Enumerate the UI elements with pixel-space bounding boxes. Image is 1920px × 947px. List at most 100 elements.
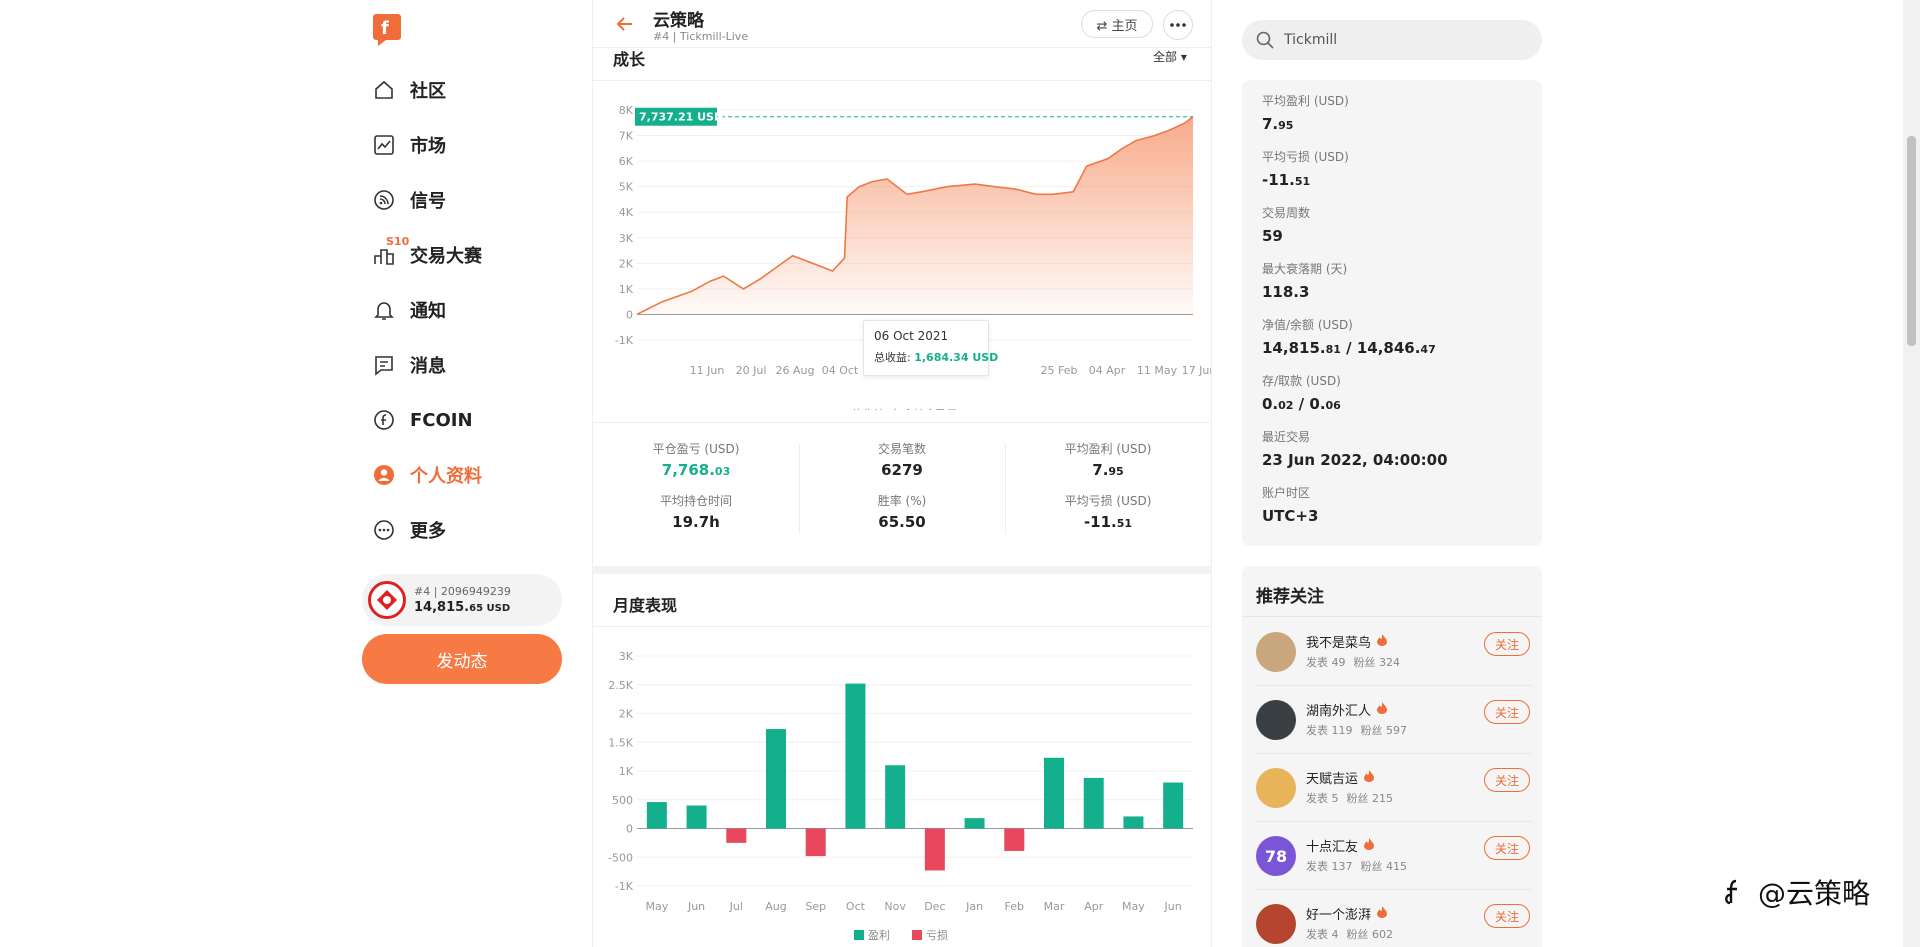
monthly-bar xyxy=(686,805,707,829)
x-tick-label: Jul xyxy=(729,900,743,913)
recommend-item[interactable]: 78 十点汇友 发表 137 粉丝 415 关注 xyxy=(1256,822,1532,890)
recommend-user-name[interactable]: 好一个澎湃 xyxy=(1306,904,1388,923)
y-tick-label: 8K xyxy=(619,104,634,117)
recommend-item[interactable]: 好一个澎湃 发表 4 粉丝 602 关注 xyxy=(1256,890,1532,947)
more-options-button[interactable] xyxy=(1163,10,1193,40)
follow-button[interactable]: 关注 xyxy=(1484,904,1530,928)
legend-swatch-profit xyxy=(854,930,864,940)
avatar[interactable] xyxy=(1256,632,1296,672)
divider xyxy=(593,422,1211,423)
account-id: #4 | 2096949239 xyxy=(414,585,511,598)
stat-label: 平均盈利 (USD) xyxy=(1064,442,1152,456)
stat-label: 胜率 (%) xyxy=(877,494,927,508)
last-value-label: 7,737.21 USD xyxy=(639,111,723,124)
y-tick-label: 2K xyxy=(619,708,634,721)
scrollbar-thumb[interactable] xyxy=(1907,136,1916,346)
monthly-bar xyxy=(845,683,866,829)
sidebar-item-label: 更多 xyxy=(410,521,446,542)
info-value: 59 xyxy=(1262,227,1283,245)
stat-label: 平均持仓时间 xyxy=(659,494,732,508)
monthly-bar xyxy=(1004,828,1025,851)
info-label: 账户时区 xyxy=(1262,486,1311,500)
monthly-bar xyxy=(1044,757,1064,829)
follow-button[interactable]: 关注 xyxy=(1484,700,1530,724)
sidebar-item-0[interactable]: 社区 xyxy=(372,70,446,110)
info-label: 交易周数 xyxy=(1262,206,1311,220)
flame-icon xyxy=(1377,701,1388,718)
y-tick-label: 0 xyxy=(626,823,633,836)
stat-item: 平仓盈亏 (USD) 7,768.03 xyxy=(596,440,796,479)
top-bar: 云策略 #4 | Tickmill-Live ⇄ 主页 xyxy=(593,0,1211,48)
y-tick-label: 2.5K xyxy=(608,679,633,692)
info-value: -11.51 xyxy=(1262,171,1311,189)
account-card[interactable]: #4 | 2096949239 14,815.65 USD xyxy=(362,574,562,626)
recommend-item[interactable]: 湖南外汇人发表 119 粉丝 597 关注 xyxy=(1256,686,1532,754)
sidebar-item-8[interactable]: 更多 xyxy=(372,510,446,550)
recommend-user-meta: 发表 119 粉丝 597 xyxy=(1306,724,1407,737)
stat-value: 6279 xyxy=(881,461,923,479)
x-tick-label: Sep xyxy=(805,900,826,913)
stat-value: 19.7h xyxy=(672,513,720,531)
search-box[interactable] xyxy=(1242,20,1542,60)
fcoin-icon xyxy=(372,408,396,432)
divider xyxy=(1005,444,1006,534)
sidebar-item-label: 社区 xyxy=(410,81,446,102)
info-label: 最近交易 xyxy=(1262,430,1311,444)
avatar[interactable] xyxy=(1256,904,1296,944)
range-filter-dropdown[interactable]: 全部 ▾ xyxy=(1153,48,1187,65)
sidebar-item-4[interactable]: 通知 xyxy=(372,290,446,330)
info-row: 平均亏损 (USD) -11.51 xyxy=(1262,148,1522,204)
sidebar-item-6[interactable]: FCOIN xyxy=(372,400,473,440)
post-button[interactable]: 发动态 xyxy=(362,634,562,684)
section-divider xyxy=(593,566,1211,574)
app-logo-icon[interactable]: f xyxy=(372,10,402,46)
chart-tooltip: 06 Oct 2021 总收益: 1,684.34 USD xyxy=(863,320,998,376)
info-label: 存/取款 (USD) xyxy=(1262,374,1341,388)
back-arrow-icon[interactable] xyxy=(615,14,635,34)
legend-swatch-loss xyxy=(912,930,922,940)
y-tick-label: 2K xyxy=(619,257,634,270)
recommend-item[interactable]: 我不是菜鸟 发表 49 粉丝 324 关注 xyxy=(1256,618,1532,686)
divider xyxy=(1242,616,1542,617)
recommend-user-name[interactable]: 湖南外汇人 xyxy=(1306,700,1388,719)
follow-button[interactable]: 关注 xyxy=(1484,836,1530,860)
stat-item: 平均持仓时间 19.7h xyxy=(596,492,796,531)
recommend-user-name[interactable]: 我不是菜鸟 xyxy=(1306,632,1388,651)
recommend-user-name[interactable]: 十点汇友 xyxy=(1306,836,1375,855)
info-row: 账户时区 UTC+3 xyxy=(1262,484,1522,540)
recommend-item[interactable]: 天赋吉运 发表 5 粉丝 215 关注 xyxy=(1256,754,1532,822)
tooltip-date: 06 Oct 2021 xyxy=(874,329,949,343)
account-info-card: 平均盈利 (USD) 7.95 平均亏损 (USD) -11.51 交易周数 59 最大衰落… xyxy=(1242,80,1542,546)
x-tick-label: Jan xyxy=(965,900,983,913)
avatar[interactable] xyxy=(1256,768,1296,808)
stat-label: 平仓盈亏 (USD) xyxy=(652,442,740,456)
y-tick-label: 1K xyxy=(619,283,634,296)
sidebar-item-5[interactable]: 消息 xyxy=(372,345,446,385)
search-input[interactable] xyxy=(1284,32,1504,48)
x-tick-label: 04 Oct xyxy=(822,364,859,377)
follow-button[interactable]: 关注 xyxy=(1484,768,1530,792)
watermark: @云策略 xyxy=(1722,872,1870,912)
home-button[interactable]: ⇄ 主页 xyxy=(1081,10,1153,38)
sidebar-item-1[interactable]: 市场 xyxy=(372,125,446,165)
monthly-bar xyxy=(726,828,747,843)
monthly-bar xyxy=(1163,782,1184,829)
avatar[interactable] xyxy=(1256,700,1296,740)
follow-button[interactable]: 关注 xyxy=(1484,632,1530,656)
monthly-bar xyxy=(646,802,667,829)
sidebar-item-2[interactable]: 信号 xyxy=(372,180,446,220)
sidebar-item-3[interactable]: S10 交易大赛 xyxy=(372,235,482,275)
svg-text:f: f xyxy=(381,18,389,39)
legend-label: 总收益 (包含持仓盈亏) xyxy=(851,407,962,410)
monthly-chart[interactable]: 3K 2.5K 2K 1.5K 1K 500 0 -500 -1K May Jun Jul Aug Sep… xyxy=(593,636,1212,947)
avatar[interactable]: 78 xyxy=(1256,836,1296,876)
sidebar-item-7[interactable]: 个人资料 xyxy=(372,455,482,495)
y-tick-label: 4K xyxy=(619,206,634,219)
platform-logo-icon xyxy=(1725,879,1737,905)
recommend-user-name[interactable]: 天赋吉运 xyxy=(1306,768,1375,787)
left-sidebar: f 社区市场信号 S10 交易大赛 通知消息 FCOIN 个人资料更多 #4 | 2096… xyxy=(362,0,562,947)
info-value: 7.95 xyxy=(1262,115,1294,133)
page-scrollbar[interactable] xyxy=(1903,0,1920,947)
y-tick-label: 0 xyxy=(626,308,633,321)
y-tick-label: 7K xyxy=(619,130,634,143)
